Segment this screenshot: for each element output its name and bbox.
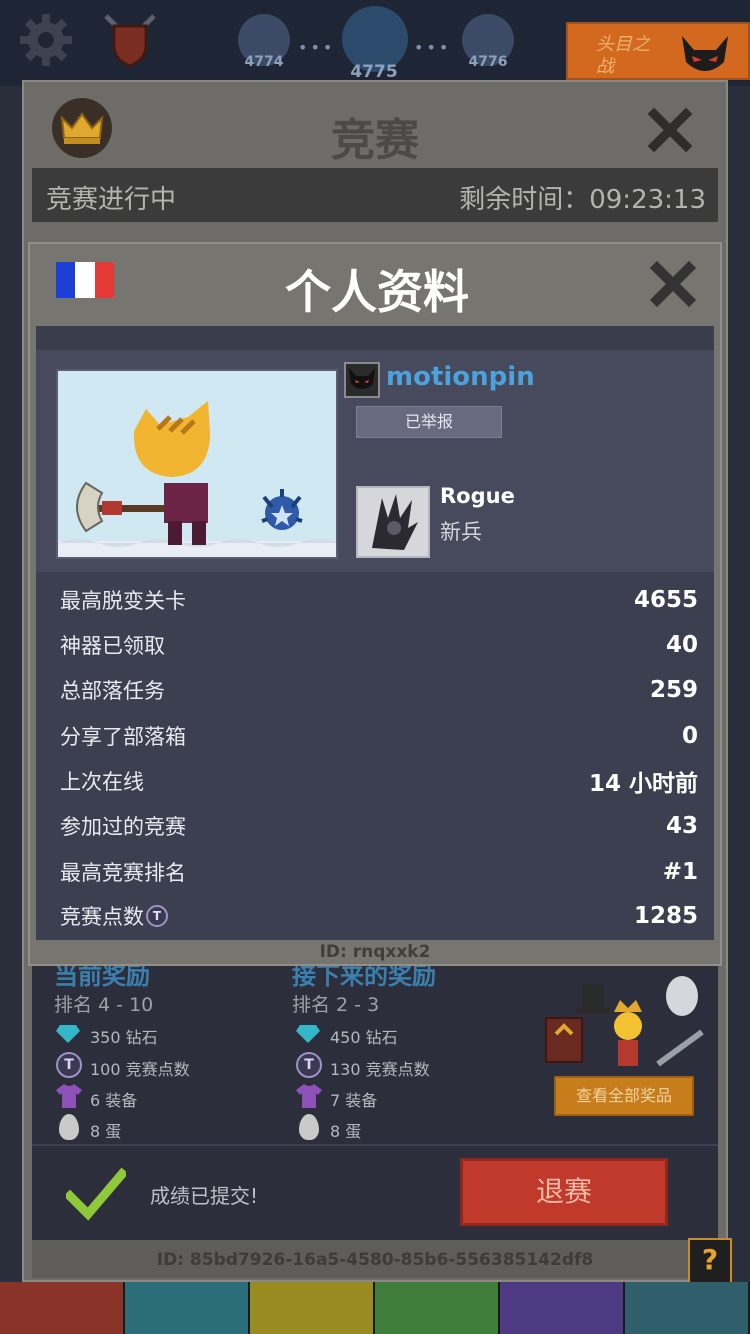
stat-row: 上次在线 14 小时前	[60, 761, 698, 801]
stat-row: 总部落任务 259	[60, 670, 698, 710]
tab-artifacts[interactable]	[500, 1282, 625, 1334]
stat-value: 40	[665, 632, 698, 658]
time-remaining-value: 09:23:13	[589, 185, 706, 215]
game-scene-left	[0, 86, 22, 1282]
next-reward-points: 130 竞赛点数	[330, 1060, 430, 1079]
stage-number-current: 4775	[350, 62, 398, 82]
stat-label: 最高脱变关卡	[60, 589, 186, 613]
stat-row: 最高竞赛排名 #1	[60, 852, 698, 892]
flag-stripe	[75, 262, 95, 298]
contest-token-icon: T	[296, 1052, 322, 1078]
stat-row: 神器已领取 40	[60, 625, 698, 665]
stat-value: 43	[665, 813, 698, 839]
crown-badge	[52, 98, 112, 158]
demon-face-icon	[349, 368, 375, 389]
stat-value: 4655	[633, 587, 698, 613]
stat-value: 259	[649, 677, 698, 703]
time-remaining-label: 剩余时间：	[459, 185, 590, 215]
contest-token-icon: T	[146, 905, 168, 927]
stat-label: 神器已领取	[60, 634, 165, 658]
stat-value: 14 小时前	[588, 771, 698, 797]
tab-equipment[interactable]	[250, 1282, 375, 1334]
stat-value: 0	[681, 723, 698, 749]
egg-icon	[59, 1114, 79, 1140]
contest-id: ID: 85bd7926-16a5-4580-85b6-556385142df8	[32, 1240, 718, 1278]
country-flag	[56, 262, 114, 298]
stat-value: 1285	[633, 903, 698, 929]
claw-icon	[372, 494, 418, 550]
class-name: Rogue	[440, 484, 515, 508]
next-reward-eggs: 8 蛋	[330, 1122, 362, 1141]
stage-number-previous: 4774	[244, 54, 284, 70]
diamond-icon	[296, 1025, 320, 1043]
stat-label: 分享了部落箱	[60, 725, 186, 749]
current-rewards-rank: 排名 4 - 10	[54, 994, 154, 1016]
tab-heroes[interactable]	[125, 1282, 250, 1334]
egg-icon	[299, 1114, 319, 1140]
view-all-rewards-button[interactable]: 查看全部奖品	[554, 1076, 694, 1116]
stat-label: 上次在线	[60, 770, 144, 794]
help-button[interactable]: ?	[688, 1238, 732, 1284]
stage-number-next: 4776	[468, 54, 508, 70]
checkmark-icon	[66, 1167, 126, 1221]
flag-stripe	[56, 262, 76, 298]
clan-demon-icon	[344, 362, 380, 398]
flag-stripe	[94, 262, 114, 298]
current-reward-eggs: 8 蛋	[90, 1122, 122, 1141]
gear-icon[interactable]	[18, 12, 74, 68]
reported-badge: 已举报	[356, 406, 502, 438]
game-scene-right	[728, 86, 750, 1282]
contest-token-icon: T	[56, 1052, 82, 1078]
quit-contest-button[interactable]: 退赛	[460, 1158, 668, 1226]
profile-title: 个人资料	[285, 265, 469, 319]
diamond-icon	[56, 1025, 80, 1043]
stat-row: 最高脱变关卡 4655	[60, 580, 698, 620]
crown-icon	[60, 112, 104, 144]
stage-connector: •••	[298, 38, 336, 57]
player-username: motionpin	[386, 362, 535, 392]
stat-value: #1	[662, 859, 698, 885]
shield-icon[interactable]	[100, 10, 160, 70]
close-icon[interactable]	[648, 260, 698, 308]
shirt-icon	[296, 1084, 322, 1108]
current-reward-points: 100 竞赛点数	[90, 1060, 190, 1079]
stat-row: 分享了部落箱 0	[60, 716, 698, 756]
player-id: ID: rnqxxk2	[319, 942, 431, 962]
tab-weapons[interactable]	[0, 1282, 125, 1334]
stat-label: 参加过的竞赛	[60, 815, 186, 839]
rewards-illustration	[545, 976, 704, 1067]
shirt-icon	[56, 1084, 82, 1108]
next-reward-diamonds: 450 钻石	[330, 1028, 398, 1047]
next-reward-equipment: 7 装备	[330, 1091, 378, 1110]
stat-row: 参加过的竞赛 43	[60, 806, 698, 846]
stat-label: 总部落任务	[60, 679, 165, 703]
hero-avatar	[56, 369, 338, 559]
contest-title: 竞赛	[331, 115, 419, 166]
stat-row: 竞赛点数 T 1285	[60, 896, 698, 936]
current-reward-diamonds: 350 钻石	[90, 1028, 158, 1047]
contest-close-icon[interactable]	[646, 106, 694, 154]
contest-time-remaining: 剩余时间：09:23:13	[420, 179, 706, 216]
contest-status-text: 竞赛进行中	[46, 185, 177, 215]
bottom-navigation	[0, 1282, 750, 1334]
tab-pets[interactable]	[375, 1282, 500, 1334]
score-submitted-text: 成绩已提交!	[150, 1184, 259, 1208]
current-reward-equipment: 6 装备	[90, 1091, 138, 1110]
tab-shop[interactable]	[625, 1282, 750, 1334]
profile-header-strip	[36, 326, 714, 350]
stat-label-text: 竞赛点数	[60, 905, 144, 929]
stage-connector: •••	[414, 38, 452, 57]
demon-face-icon	[682, 36, 728, 71]
class-icon	[356, 486, 430, 558]
stat-label: 最高竞赛排名	[60, 861, 186, 885]
stat-label: 竞赛点数 T	[60, 901, 168, 931]
boss-fight-label: 头目之战	[596, 34, 650, 77]
hero-scene	[58, 401, 336, 557]
class-rank: 新兵	[440, 520, 482, 544]
next-rewards-rank: 排名 2 - 3	[292, 994, 380, 1016]
